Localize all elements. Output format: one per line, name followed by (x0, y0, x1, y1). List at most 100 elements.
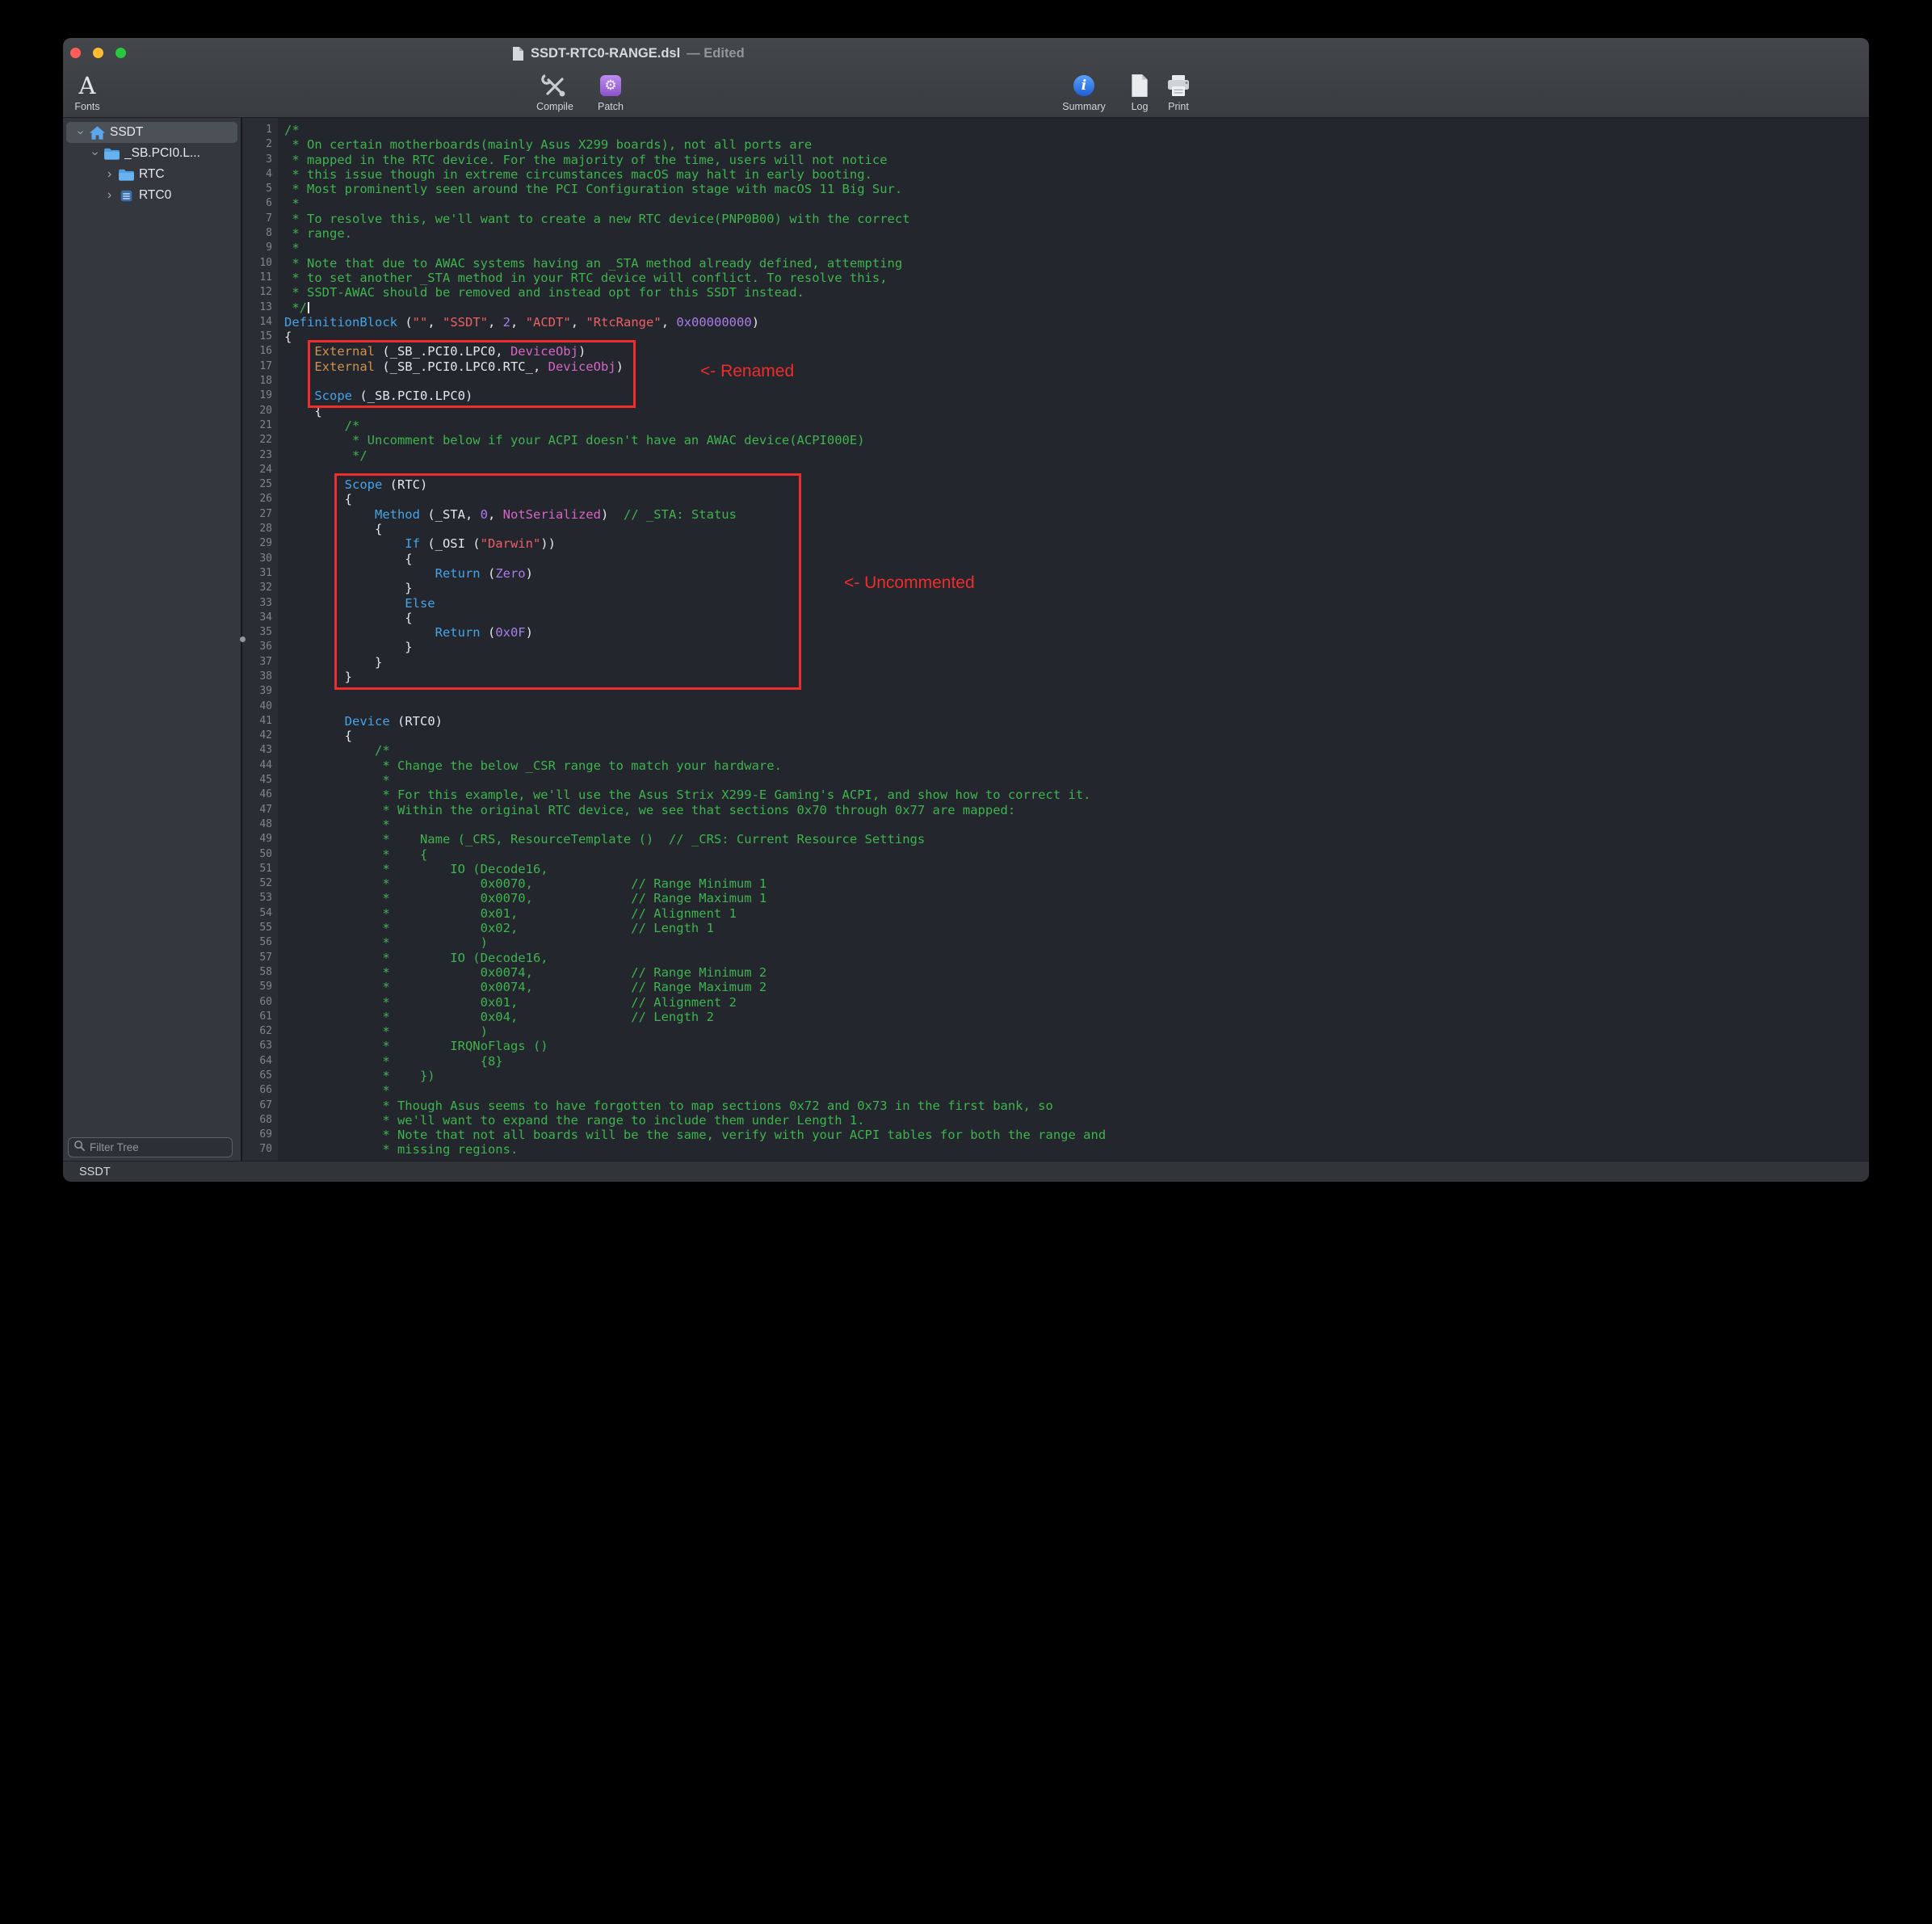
code-line: * 0x04, // Length 2 (284, 1010, 1869, 1024)
line-number: 46 (242, 788, 278, 802)
line-number: 2 (242, 137, 278, 152)
splitter-handle[interactable] (240, 636, 246, 642)
line-number: 49 (242, 832, 278, 846)
line-number: 41 (242, 714, 278, 729)
code-line: * ) (284, 1024, 1869, 1039)
line-number: 31 (242, 566, 278, 581)
line-number: 15 (242, 330, 278, 344)
log-button[interactable]: Log (1119, 71, 1161, 112)
line-number: 58 (242, 965, 278, 980)
line-number: 27 (242, 507, 278, 522)
log-document-icon (1130, 71, 1149, 100)
code-line: * To resolve this, we'll want to create … (284, 212, 1869, 226)
summary-button[interactable]: i Summary (1058, 71, 1110, 112)
code-line: } (284, 655, 1869, 670)
code-line (284, 684, 1869, 699)
filter-tree-input[interactable]: Filter Tree (68, 1137, 233, 1157)
line-number: 54 (242, 906, 278, 921)
code-line: { (284, 729, 1869, 743)
sidebar-item-label: RTC0 (139, 188, 171, 203)
code-line: DefinitionBlock ("", "SSDT", 2, "ACDT", … (284, 315, 1869, 330)
line-number: 47 (242, 803, 278, 817)
code-line: Method (_STA, 0, NotSerialized) // _STA:… (284, 507, 1869, 522)
log-button-label: Log (1132, 101, 1149, 112)
code-line: * 0x0070, // Range Maximum 1 (284, 891, 1869, 905)
annotation-label-uncommented: <- Uncommented (844, 573, 975, 593)
folder-icon (117, 166, 135, 183)
sidebar: ›SSDT›_SB.PCI0.L...›RTC›RTC0 Filter Tree (63, 118, 242, 1161)
line-number: 11 (242, 271, 278, 285)
print-button[interactable]: Print (1157, 71, 1199, 112)
code-line: * mapped in the RTC device. For the majo… (284, 153, 1869, 167)
sidebar-tree: ›SSDT›_SB.PCI0.L...›RTC›RTC0 (63, 118, 241, 206)
line-number: 45 (242, 773, 278, 788)
chevron-down-icon[interactable]: › (74, 127, 88, 139)
sidebar-item-label: RTC (139, 167, 165, 182)
code-line (284, 463, 1869, 477)
code-line: * SSDT-AWAC should be removed and instea… (284, 285, 1869, 300)
code-line: * missing regions. (284, 1142, 1869, 1157)
sidebar-item-rtc0[interactable]: › RTC0 (66, 185, 237, 206)
patch-button[interactable]: ⚙ Patch (585, 71, 636, 112)
line-number: 70 (242, 1142, 278, 1157)
status-text: SSDT (79, 1166, 111, 1178)
line-number: 9 (242, 241, 278, 255)
compile-button[interactable]: Compile (529, 71, 581, 112)
window-title-text: SSDT-RTC0-RANGE.dsl (531, 46, 680, 61)
code-line: Scope (_SB.PCI0.LPC0) (284, 389, 1869, 403)
code-line: * IO (Decode16, (284, 862, 1869, 876)
code-line: * Note that not all boards will be the s… (284, 1128, 1869, 1142)
line-number: 40 (242, 699, 278, 714)
code-line: * Uncomment below if your ACPI doesn't h… (284, 433, 1869, 447)
titlebar[interactable]: SSDT-RTC0-RANGE.dsl — Edited (63, 38, 1869, 69)
close-button[interactable] (70, 48, 81, 58)
sidebar-item-sb-pci0-l[interactable]: ›_SB.PCI0.L... (66, 143, 237, 164)
line-number: 28 (242, 522, 278, 536)
compile-button-label: Compile (536, 101, 573, 112)
fonts-icon: A (79, 71, 96, 100)
code-line: Scope (RTC) (284, 477, 1869, 492)
code-line: * IO (Decode16, (284, 951, 1869, 965)
chevron-right-icon[interactable]: › (103, 167, 116, 182)
line-number: 68 (242, 1113, 278, 1128)
line-number: 1 (242, 123, 278, 137)
line-number: 56 (242, 935, 278, 950)
sidebar-item-label: SSDT (110, 125, 143, 140)
code-line: * For this example, we'll use the Asus S… (284, 788, 1869, 802)
line-number: 25 (242, 477, 278, 492)
minimize-button[interactable] (93, 48, 103, 58)
line-number: 50 (242, 847, 278, 862)
window-edited-badge: — Edited (687, 46, 745, 61)
code-line: * On certain motherboards(mainly Asus X2… (284, 137, 1869, 152)
line-number: 55 (242, 921, 278, 935)
line-number: 18 (242, 374, 278, 389)
line-number: 21 (242, 418, 278, 433)
line-number: 8 (242, 226, 278, 241)
line-number: 23 (242, 448, 278, 463)
code-line: If (_OSI ("Darwin")) (284, 536, 1869, 551)
line-number: 36 (242, 640, 278, 654)
sidebar-item-ssdt[interactable]: › SSDT (66, 122, 237, 143)
traffic-lights (70, 48, 126, 58)
code-line (284, 699, 1869, 714)
code-line: } (284, 640, 1869, 654)
fonts-button[interactable]: A Fonts (63, 71, 113, 112)
zoom-button[interactable] (116, 48, 126, 58)
code-line: } (284, 581, 1869, 595)
code-line: External (_SB_.PCI0.LPC0, DeviceObj) (284, 344, 1869, 359)
line-number: 33 (242, 596, 278, 611)
code-line: * to set another _STA method in your RTC… (284, 271, 1869, 285)
line-number: 7 (242, 212, 278, 226)
chevron-down-icon[interactable]: › (88, 148, 103, 160)
patch-button-label: Patch (598, 101, 624, 112)
search-icon (74, 1140, 86, 1156)
folder-icon (103, 145, 120, 162)
sidebar-item-rtc[interactable]: › RTC (66, 164, 237, 185)
code-editor[interactable]: 1234567891011121314151617181920212223242… (242, 118, 1869, 1161)
line-number: 62 (242, 1024, 278, 1039)
chevron-right-icon[interactable]: › (103, 188, 116, 203)
line-number: 35 (242, 625, 278, 640)
document-icon (512, 46, 524, 61)
code-line: * (284, 773, 1869, 788)
line-number: 39 (242, 684, 278, 699)
